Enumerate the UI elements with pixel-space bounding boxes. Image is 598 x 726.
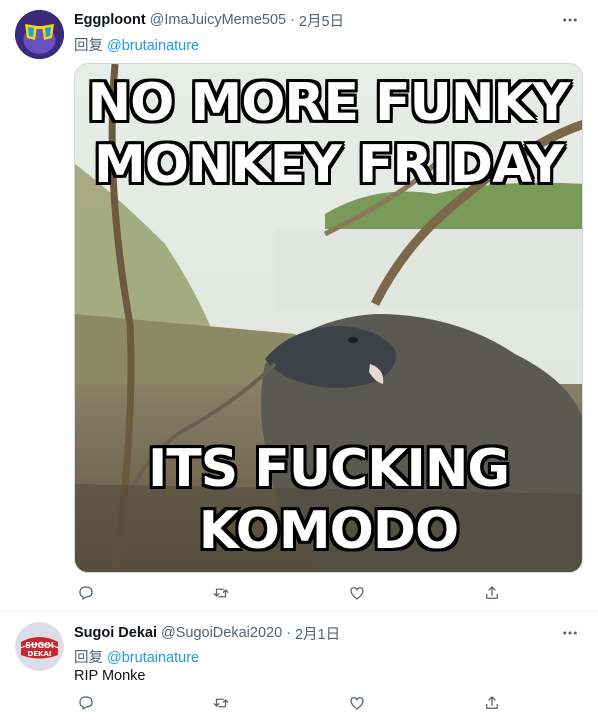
reply-prefix: 回复 bbox=[74, 650, 103, 666]
separator-dot: · bbox=[286, 625, 291, 641]
meme-top-caption: NO MORE FUNKY MONKEY FRIDAY bbox=[87, 73, 571, 195]
user-handle[interactable]: @SugoiDekai2020 bbox=[161, 625, 282, 641]
tweet-header: Sugoi Dekai @SugoiDekai2020 · 2月1日 bbox=[74, 623, 340, 643]
tweet-actions bbox=[74, 581, 504, 605]
tweet-date[interactable]: 2月1日 bbox=[295, 623, 340, 644]
user-handle[interactable]: @ImaJuicyMeme505 bbox=[150, 12, 286, 28]
meme-bottom-caption: ITS FUCKING KOMODO bbox=[147, 439, 510, 561]
reply-icon bbox=[79, 586, 93, 600]
heart-icon bbox=[350, 587, 364, 600]
share-icon bbox=[486, 586, 498, 599]
replying-to: 回复 @brutainature bbox=[74, 646, 199, 667]
tweet-actions bbox=[74, 691, 504, 715]
tweet-date[interactable]: 2月5日 bbox=[299, 10, 344, 31]
avatar-text-top: SUGOI bbox=[25, 641, 54, 650]
reply-button[interactable] bbox=[74, 691, 98, 715]
tweet-text: RIP Monke bbox=[74, 668, 146, 684]
share-icon bbox=[486, 696, 498, 709]
mention-link[interactable]: @brutainature bbox=[107, 650, 199, 666]
retweet-button[interactable] bbox=[209, 691, 233, 715]
avatar[interactable] bbox=[15, 10, 64, 59]
tweet-header: Eggploont @ImaJuicyMeme505 · 2月5日 bbox=[74, 10, 344, 30]
tweet-media[interactable]: NO MORE FUNKY MONKEY FRIDAY ITS FUCKING … bbox=[74, 63, 583, 573]
retweet-icon bbox=[213, 698, 229, 708]
reply-icon bbox=[79, 696, 93, 710]
replying-to: 回复 @brutainature bbox=[74, 34, 199, 55]
avatar[interactable]: SUGOI DEKAI bbox=[15, 622, 64, 671]
display-name[interactable]: Eggploont bbox=[74, 12, 146, 28]
tweet[interactable]: SUGOI DEKAI Sugoi Dekai @SugoiDekai2020 … bbox=[0, 612, 598, 726]
mention-link[interactable]: @brutainature bbox=[107, 38, 199, 54]
like-button[interactable] bbox=[345, 691, 369, 715]
more-icon bbox=[563, 631, 577, 635]
share-button[interactable] bbox=[480, 691, 504, 715]
reply-button[interactable] bbox=[74, 581, 98, 605]
more-options-button[interactable] bbox=[558, 10, 582, 30]
share-button[interactable] bbox=[480, 581, 504, 605]
like-button[interactable] bbox=[345, 581, 369, 605]
heart-icon bbox=[350, 697, 364, 710]
display-name[interactable]: Sugoi Dekai bbox=[74, 625, 157, 641]
avatar-text-bottom: DEKAI bbox=[27, 650, 51, 658]
retweet-button[interactable] bbox=[209, 581, 233, 605]
separator-dot: · bbox=[290, 12, 295, 28]
more-options-button[interactable] bbox=[558, 623, 582, 643]
reply-prefix: 回复 bbox=[74, 38, 103, 54]
retweet-icon bbox=[213, 588, 229, 598]
more-icon bbox=[563, 18, 577, 22]
tweet[interactable]: Eggploont @ImaJuicyMeme505 · 2月5日 回复 @bru… bbox=[0, 0, 598, 612]
